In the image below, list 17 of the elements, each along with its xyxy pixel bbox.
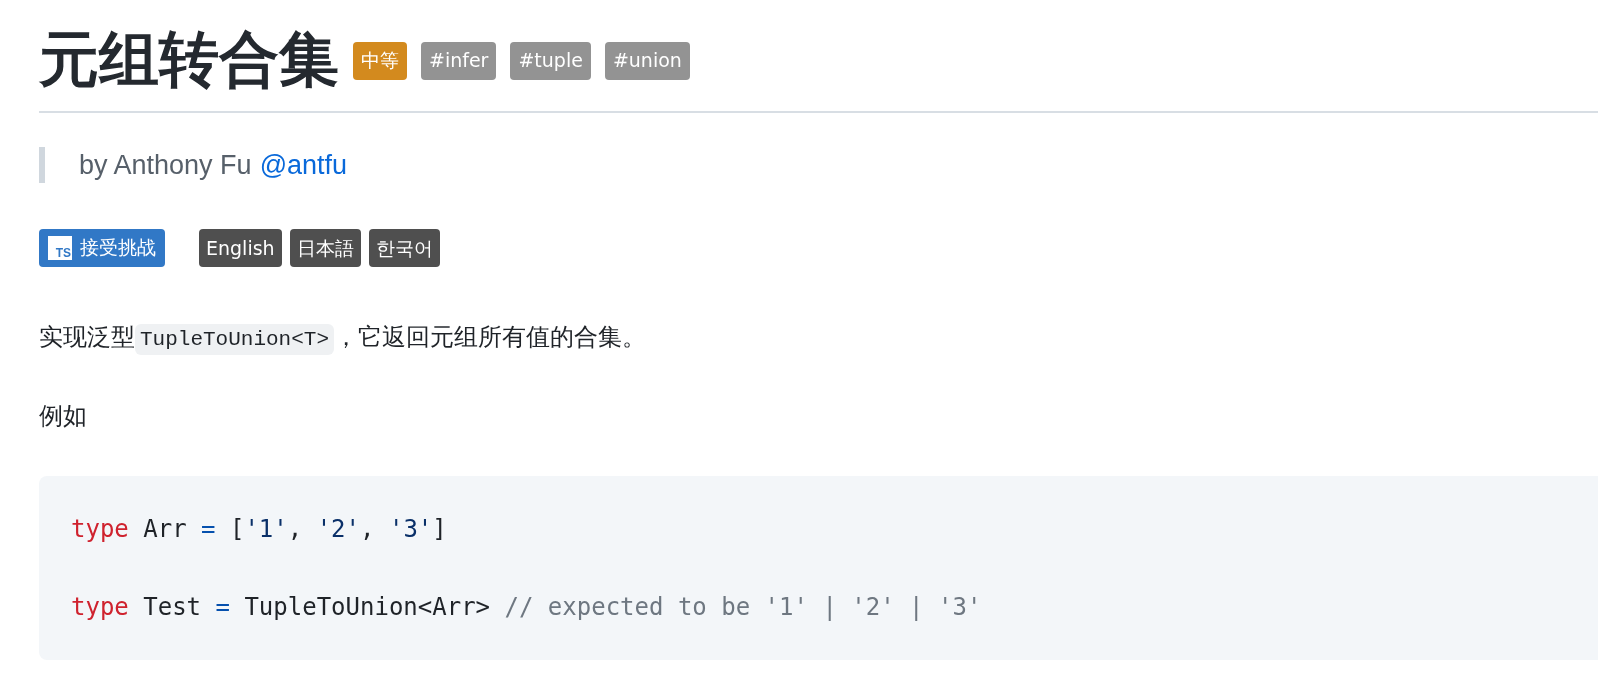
- tag-badge[interactable]: #infer: [421, 41, 497, 80]
- accept-challenge-button[interactable]: TS 接受挑战: [39, 229, 165, 267]
- quote-bar: [39, 147, 45, 183]
- language-button[interactable]: English: [199, 229, 282, 267]
- author-link[interactable]: @antfu: [259, 144, 348, 186]
- example-label: 例如: [39, 401, 88, 432]
- typescript-icon: TS: [48, 236, 72, 260]
- author-name: by Anthony Fu: [79, 148, 252, 182]
- intro-paragraph: 实现泛型 TupleToUnion<T> ，它返回元组所有值的合集。: [39, 317, 1598, 360]
- tag-badge[interactable]: #tuple: [510, 41, 591, 80]
- tag-badge[interactable]: #union: [604, 41, 690, 80]
- code-line: type Arr = ['1', '2', '3']: [71, 514, 448, 545]
- difficulty-badge[interactable]: 中等: [353, 41, 407, 80]
- language-button[interactable]: 日本語: [289, 229, 361, 267]
- page-title: 元组转合集: [39, 23, 339, 96]
- code-line: type Test = TupleToUnion<Arr> // expected to be '1' | '2' | '3': [71, 592, 983, 623]
- language-button[interactable]: 한국어: [368, 229, 440, 267]
